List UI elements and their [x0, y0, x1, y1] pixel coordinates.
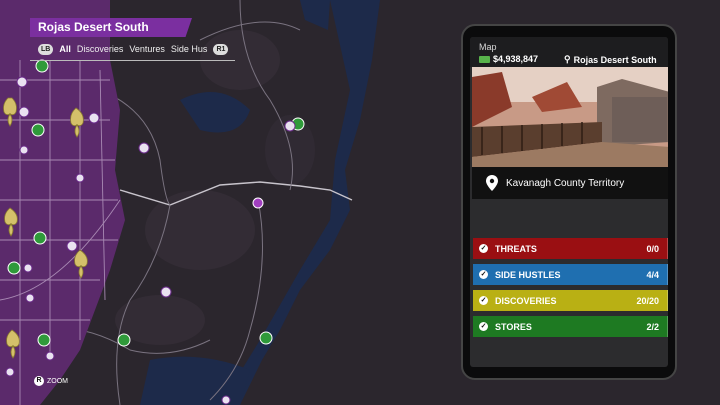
app-title: Map	[479, 42, 497, 52]
location-photo	[472, 67, 668, 167]
store-icon	[117, 333, 131, 347]
location-name: Rojas Desert South	[573, 54, 657, 65]
bumper-right-icon[interactable]: R1	[213, 43, 229, 55]
filter-tab-ventures[interactable]: Ventures	[129, 44, 165, 54]
store-icon	[259, 331, 273, 345]
filter-tab-discoveries[interactable]: Discoveries	[77, 44, 124, 54]
region-title: Rojas Desert South	[30, 18, 192, 37]
discovery-icon	[66, 240, 78, 252]
phone-header: Map $4,938,847 ⚲ Rojas Desert South	[470, 37, 668, 67]
filter-divider	[30, 60, 235, 61]
store-icon	[33, 231, 47, 245]
discovery-icon	[284, 120, 296, 132]
filter-tab-side-hustles[interactable]: Side Hus	[171, 44, 208, 54]
phone-panel: Map $4,938,847 ⚲ Rojas Desert South Kava…	[461, 24, 677, 380]
category-name: DISCOVERIES	[495, 295, 557, 306]
category-discoveries[interactable]: ✓ DISCOVERIES 20/20	[473, 290, 668, 311]
phone-screen: Map $4,938,847 ⚲ Rojas Desert South Kava…	[470, 37, 668, 367]
filter-tab-all[interactable]: All	[59, 44, 71, 54]
side-hustle-icon	[252, 197, 264, 209]
category-count: 2/2	[646, 321, 659, 332]
territory-name: Kavanagh County Territory	[506, 177, 625, 189]
cash-icon	[479, 55, 490, 63]
discovery-icon	[18, 106, 30, 118]
discovery-icon	[45, 351, 55, 361]
zoom-hint[interactable]: R ZOOM	[34, 376, 68, 386]
discovery-icon	[75, 173, 85, 183]
store-icon	[35, 59, 49, 73]
discovery-icon	[138, 142, 150, 154]
store-icon	[7, 261, 21, 275]
category-name: STORES	[495, 321, 532, 332]
check-icon: ✓	[479, 270, 488, 279]
store-icon	[37, 333, 51, 347]
bumper-left-icon[interactable]: LB	[38, 43, 54, 55]
territory-bar: Kavanagh County Territory	[472, 167, 668, 199]
discovery-icon	[221, 395, 231, 405]
zoom-label: ZOOM	[47, 377, 68, 385]
discovery-icon	[16, 76, 28, 88]
money-display: $4,938,847	[479, 54, 538, 64]
category-side-hustles[interactable]: ✓ SIDE HUSTLES 4/4	[473, 264, 668, 285]
category-stores[interactable]: ✓ STORES 2/2	[473, 316, 668, 337]
discovery-icon	[5, 367, 15, 377]
location-display: ⚲ Rojas Desert South	[564, 54, 657, 65]
discovery-icon	[25, 293, 35, 303]
money-amount: $4,938,847	[493, 54, 539, 64]
store-icon	[31, 123, 45, 137]
r-stick-icon: R	[34, 376, 44, 386]
discovery-icon	[88, 112, 100, 124]
location-pin-icon	[486, 175, 498, 191]
check-icon: ✓	[479, 244, 488, 253]
discovery-icon	[23, 263, 33, 273]
location-pin-icon: ⚲	[564, 54, 571, 64]
map-filter-bar: LB All Discoveries Ventures Side Hus R1	[38, 41, 229, 57]
check-icon: ✓	[479, 322, 488, 331]
category-count: 4/4	[646, 269, 659, 280]
category-name: SIDE HUSTLES	[495, 269, 561, 280]
category-count: 20/20	[636, 295, 659, 306]
discovery-icon	[160, 286, 172, 298]
category-name: THREATS	[495, 243, 537, 254]
category-threats[interactable]: ✓ THREATS 0/0	[473, 238, 668, 259]
check-icon: ✓	[479, 296, 488, 305]
discovery-icon	[19, 145, 29, 155]
category-count: 0/0	[646, 243, 659, 254]
